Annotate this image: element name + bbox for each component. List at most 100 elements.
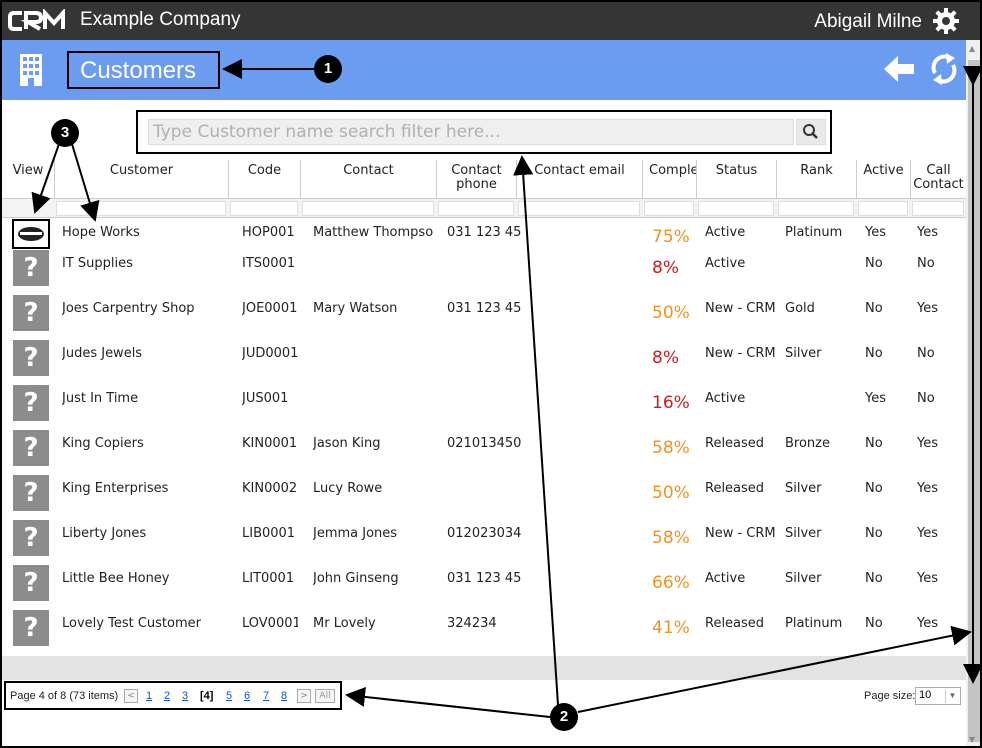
page-size-select[interactable]: 10 ▼ — [915, 687, 961, 705]
customer-search-input[interactable]: Type Customer name search filter here... — [148, 119, 794, 145]
scroll-up-icon[interactable]: ▲ — [969, 44, 975, 53]
column-header-call[interactable]: Call Contact — [910, 160, 966, 198]
filter-input-customer[interactable] — [56, 201, 226, 216]
question-mark-icon[interactable]: ? — [13, 475, 49, 511]
back-arrow-icon[interactable] — [882, 54, 916, 84]
crm-logo[interactable] — [8, 9, 72, 33]
table-row[interactable]: ? Lovely Test Customer LOV0001 Mr Lovely 324… — [2, 610, 966, 655]
cell-call: Yes — [917, 526, 938, 541]
cell-phone: 031 123 456 — [447, 301, 522, 316]
question-mark-icon[interactable]: ? — [13, 565, 49, 601]
cell-code: KIN0001 — [242, 436, 298, 451]
cell-customer[interactable]: Liberty Jones — [62, 526, 146, 541]
cell-customer[interactable]: Hope Works — [62, 225, 140, 240]
question-mark-icon[interactable]: ? — [13, 295, 49, 331]
cell-active: No — [865, 481, 883, 496]
cell-phone: 324234 — [447, 616, 497, 631]
table-row[interactable]: ? King Copiers KIN0001 Jason King 0210134508… — [2, 430, 966, 475]
filter-input-phone[interactable] — [438, 201, 514, 216]
table-row[interactable]: ? Little Bee Honey LIT0001 John Ginseng 031 … — [2, 565, 966, 610]
gear-icon[interactable] — [932, 7, 960, 35]
question-mark-icon[interactable]: ? — [13, 250, 49, 286]
pager-all-button[interactable]: All — [315, 689, 335, 703]
pager-next-button[interactable]: > — [297, 689, 311, 703]
chevron-down-icon[interactable]: ▼ — [945, 689, 959, 703]
question-mark-icon[interactable]: ? — [13, 385, 49, 421]
question-mark-icon[interactable]: ? — [13, 610, 49, 646]
cell-complete: 58% — [652, 528, 690, 548]
table-row[interactable]: ? King Enterprises KIN0002 Lucy Rowe 50% Rele… — [2, 475, 966, 520]
pager-info: Page 4 of 8 (73 items) — [10, 690, 119, 702]
cell-customer[interactable]: King Copiers — [62, 436, 144, 451]
scroll-down-icon[interactable]: ▼ — [969, 735, 975, 744]
cell-customer[interactable]: King Enterprises — [62, 481, 168, 496]
cell-call: Yes — [917, 481, 938, 496]
cell-status: New - CRM — [705, 346, 775, 361]
cell-customer[interactable]: IT Supplies — [62, 256, 133, 271]
pager-page-8[interactable]: 8 — [281, 690, 287, 702]
cell-status: New - CRM — [705, 301, 775, 316]
question-mark-icon[interactable]: ? — [13, 520, 49, 556]
cell-code: KIN0002 — [242, 481, 298, 496]
pager-page-6[interactable]: 6 — [244, 690, 250, 702]
cell-customer[interactable]: Lovely Test Customer — [62, 616, 201, 631]
cell-call: Yes — [917, 301, 938, 316]
filter-input-rank[interactable] — [778, 201, 854, 216]
scroll-thumb[interactable] — [968, 60, 980, 742]
table-row[interactable]: ? Joes Carpentry Shop JOE0001 Mary Watson 03… — [2, 295, 966, 340]
table-row[interactable]: ? IT Supplies ITS0001 8% Active No No — [2, 250, 966, 295]
table-row[interactable]: ? Judes Jewels JUD0001 8% New - CRM Silver No N… — [2, 340, 966, 385]
grid-footer-band — [2, 656, 966, 680]
filter-input-contact[interactable] — [302, 201, 434, 216]
cell-call: Yes — [917, 225, 938, 240]
pager-page-3[interactable]: 3 — [182, 690, 188, 702]
pager-page-2[interactable]: 2 — [164, 690, 170, 702]
column-header-code[interactable]: Code — [228, 160, 300, 198]
question-mark-icon[interactable]: ? — [13, 340, 49, 376]
refresh-icon[interactable] — [928, 52, 960, 86]
column-header-email[interactable]: Contact email — [516, 160, 642, 198]
cell-code: HOP001 — [242, 225, 295, 240]
filter-input-status[interactable] — [698, 201, 774, 216]
company-name: Example Company — [80, 9, 241, 30]
table-row[interactable]: ? Just In Time JUS001 16% Active Yes No — [2, 385, 966, 430]
customer-logo-thumbnail[interactable] — [12, 219, 50, 249]
pager-page-5[interactable]: 5 — [226, 690, 232, 702]
column-header-contact[interactable]: Contact — [300, 160, 436, 198]
cell-status: Released — [705, 436, 765, 451]
filter-input-active[interactable] — [858, 201, 908, 216]
vertical-scrollbar[interactable]: ▲ ▼ — [966, 40, 980, 746]
cell-code: JUD0001 — [242, 346, 298, 361]
column-header-rank[interactable]: Rank — [776, 160, 856, 198]
pager-page-7[interactable]: 7 — [263, 690, 269, 702]
cell-rank: Silver — [785, 526, 822, 541]
column-header-status[interactable]: Status — [696, 160, 776, 198]
cell-call: Yes — [917, 571, 938, 586]
cell-active: No — [865, 301, 883, 316]
column-header-active[interactable]: Active — [856, 160, 910, 198]
question-mark-icon[interactable]: ? — [13, 430, 49, 466]
search-button[interactable] — [796, 119, 826, 145]
column-header-phone[interactable]: Contact phone — [436, 160, 516, 198]
cell-complete: 58% — [652, 438, 690, 458]
user-name[interactable]: Abigail Milne — [814, 11, 922, 33]
column-header-view[interactable]: View — [2, 160, 54, 198]
cell-customer[interactable]: Little Bee Honey — [62, 571, 170, 586]
column-header-customer[interactable]: Customer — [54, 160, 228, 198]
pager-prev-button[interactable]: < — [124, 689, 138, 703]
cell-active: Yes — [865, 225, 886, 240]
column-header-complete[interactable]: Complet — [642, 160, 696, 198]
filter-input-complete[interactable] — [644, 201, 694, 216]
cell-status: Active — [705, 391, 746, 406]
pager-page-1[interactable]: 1 — [146, 690, 152, 702]
filter-input-email[interactable] — [518, 201, 640, 216]
filter-input-code[interactable] — [230, 201, 298, 216]
annotation-badge-3: 3 — [51, 119, 79, 147]
table-row[interactable]: ? Liberty Jones LIB0001 Jemma Jones 01202303… — [2, 520, 966, 565]
cell-customer[interactable]: Just In Time — [62, 391, 138, 406]
cell-customer[interactable]: Joes Carpentry Shop — [62, 301, 195, 316]
filter-input-call[interactable] — [912, 201, 964, 216]
cell-complete: 66% — [652, 573, 690, 593]
cell-contact: John Ginseng — [313, 571, 399, 586]
cell-customer[interactable]: Judes Jewels — [62, 346, 142, 361]
